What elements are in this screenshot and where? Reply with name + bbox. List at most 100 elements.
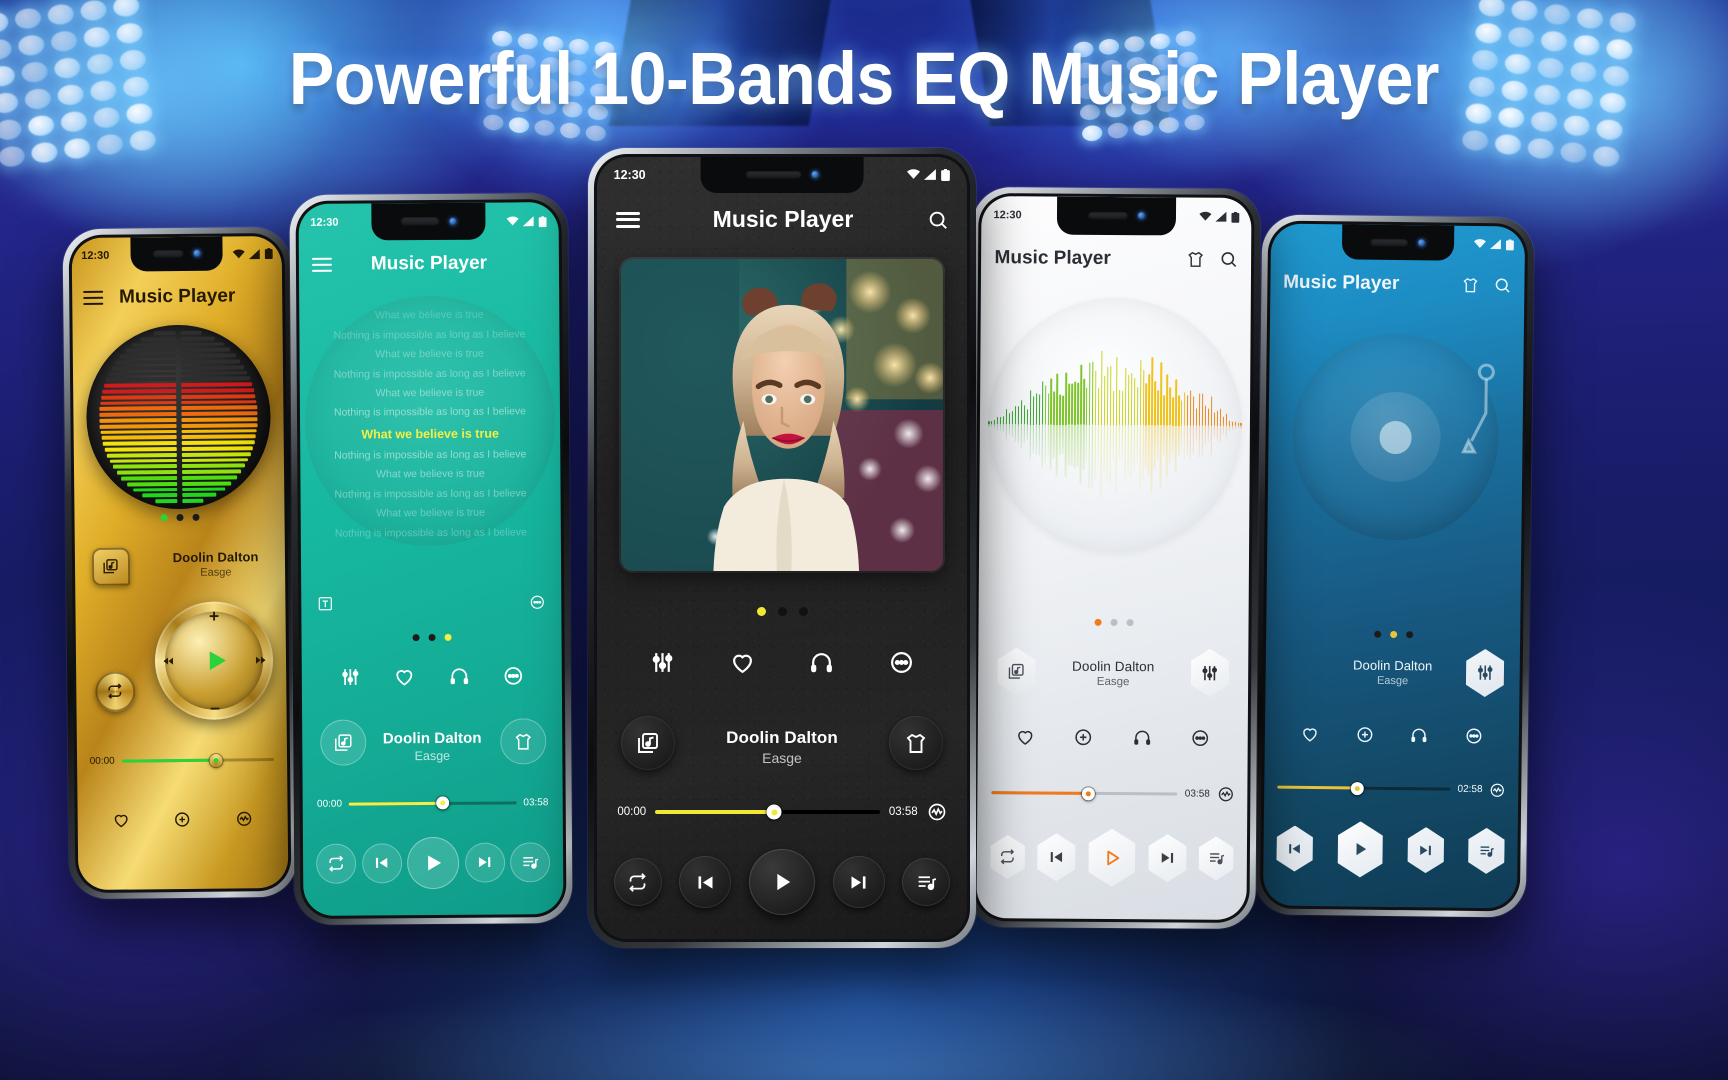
playback-controls[interactable] — [316, 836, 550, 890]
page-indicator-dots[interactable] — [74, 513, 284, 522]
play-button[interactable] — [407, 836, 459, 888]
playback-controls[interactable] — [1273, 820, 1507, 879]
secondary-action-row[interactable] — [623, 650, 941, 675]
headphones-icon[interactable] — [809, 650, 834, 675]
seek-bar-row[interactable]: 00:00 — [90, 754, 275, 767]
play-button[interactable] — [749, 849, 815, 915]
theme-button[interactable] — [501, 718, 547, 764]
secondary-action-row[interactable] — [90, 810, 275, 829]
seek-bar-row[interactable]: 02:58 — [1277, 779, 1506, 798]
seek-knob[interactable] — [1350, 782, 1363, 795]
seek-knob[interactable] — [1082, 787, 1095, 800]
more-icon[interactable] — [503, 665, 524, 686]
theme-button[interactable] — [889, 716, 943, 770]
volume-up-icon[interactable] — [206, 609, 221, 624]
seek-knob[interactable] — [436, 796, 449, 809]
page-dot-active[interactable] — [1094, 619, 1101, 626]
page-dot[interactable] — [799, 607, 808, 616]
seek-bar[interactable] — [991, 792, 1178, 796]
heart-icon[interactable] — [394, 666, 415, 687]
seek-bar[interactable] — [655, 810, 880, 813]
next-button[interactable] — [833, 856, 885, 908]
previous-button[interactable] — [679, 856, 731, 908]
lyrics-text-icon[interactable] — [317, 595, 333, 611]
queue-button[interactable] — [1196, 836, 1236, 880]
page-dot[interactable] — [1374, 631, 1381, 638]
seek-knob[interactable] — [210, 754, 223, 767]
play-button[interactable] — [1334, 821, 1387, 878]
page-dot[interactable] — [428, 634, 435, 641]
page-dot[interactable] — [1406, 631, 1413, 638]
next-button[interactable] — [1145, 834, 1189, 882]
play-icon[interactable] — [201, 646, 231, 676]
hamburger-icon[interactable] — [83, 287, 103, 309]
previous-button[interactable] — [361, 843, 401, 883]
theme-shirt-icon[interactable] — [1186, 250, 1205, 269]
next-track-icon[interactable] — [253, 654, 267, 666]
seek-knob[interactable] — [767, 805, 782, 820]
plus-circle-icon[interactable] — [1355, 726, 1373, 744]
headphones-icon[interactable] — [1132, 728, 1151, 747]
repeat-button[interactable] — [988, 835, 1028, 879]
secondary-action-row[interactable] — [1283, 725, 1502, 746]
seek-bar[interactable] — [349, 801, 516, 805]
secondary-action-row[interactable] — [323, 665, 542, 688]
page-dot[interactable] — [412, 634, 419, 641]
more-icon[interactable] — [889, 650, 914, 675]
plus-circle-icon[interactable] — [1074, 727, 1093, 746]
page-dot[interactable] — [1110, 619, 1117, 626]
seek-bar-row[interactable]: 00:00 03:58 — [617, 802, 946, 822]
next-button[interactable] — [1405, 827, 1448, 874]
page-indicator-dots[interactable] — [979, 618, 1249, 627]
heart-icon[interactable] — [1301, 725, 1319, 743]
headphones-icon[interactable] — [1410, 726, 1428, 744]
more-icon[interactable] — [1465, 727, 1483, 745]
play-button[interactable] — [1085, 829, 1139, 887]
page-dot-active[interactable] — [444, 634, 451, 641]
seek-bar-row[interactable]: 03:58 — [991, 785, 1234, 804]
search-icon[interactable] — [1494, 276, 1512, 294]
repeat-button[interactable] — [95, 671, 135, 711]
search-icon[interactable] — [1219, 250, 1238, 269]
secondary-action-row[interactable] — [997, 727, 1229, 748]
visualizer-wave-icon[interactable] — [236, 810, 253, 827]
album-artwork[interactable] — [621, 259, 943, 572]
seek-bar[interactable] — [1277, 786, 1451, 791]
album-queue-button[interactable] — [994, 647, 1038, 695]
jog-dial-control[interactable] — [155, 601, 274, 720]
next-button[interactable] — [464, 842, 504, 882]
volume-down-icon[interactable] — [207, 706, 222, 712]
hamburger-icon[interactable] — [312, 254, 332, 276]
album-queue-button[interactable] — [92, 547, 130, 585]
theme-shirt-icon[interactable] — [1462, 276, 1480, 294]
plus-circle-icon[interactable] — [174, 811, 191, 828]
page-dot-active[interactable] — [160, 514, 167, 521]
seek-bar[interactable] — [122, 758, 275, 763]
repeat-button[interactable] — [614, 858, 662, 906]
queue-button[interactable] — [510, 842, 550, 882]
more-icon[interactable] — [1190, 728, 1209, 747]
playback-controls[interactable] — [614, 849, 951, 915]
page-indicator-dots[interactable] — [1266, 629, 1520, 639]
visualizer-wave-icon[interactable] — [927, 802, 947, 822]
playback-controls[interactable] — [988, 828, 1237, 888]
album-queue-button[interactable] — [621, 716, 675, 770]
previous-button[interactable] — [1273, 825, 1316, 872]
page-dot-active[interactable] — [1390, 631, 1397, 638]
page-indicator-dots[interactable] — [302, 633, 562, 642]
heart-icon[interactable] — [112, 811, 129, 828]
seek-bar-row[interactable]: 00:00 03:58 — [317, 797, 548, 810]
repeat-button[interactable] — [316, 843, 356, 883]
page-dot[interactable] — [176, 514, 183, 521]
page-dot[interactable] — [778, 607, 787, 616]
equalizer-button[interactable] — [1188, 649, 1232, 697]
hamburger-icon[interactable] — [616, 208, 640, 231]
lyrics-panel[interactable]: What we believe is true Nothing is imposs… — [299, 305, 561, 544]
heart-icon[interactable] — [730, 650, 755, 675]
headphones-icon[interactable] — [449, 666, 470, 687]
page-indicator-dots[interactable] — [597, 607, 967, 616]
visualizer-wave-icon[interactable] — [1489, 782, 1505, 798]
queue-button[interactable] — [1465, 828, 1508, 875]
previous-button[interactable] — [1034, 833, 1078, 881]
page-dot-active[interactable] — [757, 607, 766, 616]
